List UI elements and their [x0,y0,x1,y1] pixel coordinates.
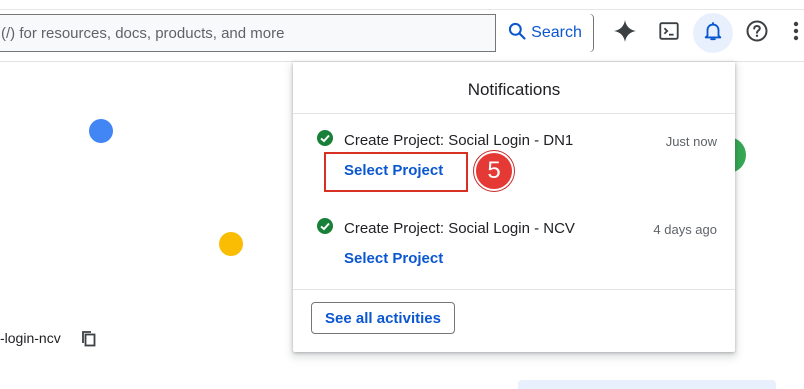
help-icon [745,19,769,48]
card-edge [518,380,776,389]
success-check-icon [317,130,333,146]
bell-icon [702,20,724,47]
notification-title: Create Project: Social Login - NCV [344,220,575,237]
project-id-text: -login-ncv [0,330,61,346]
step-badge: 5 [474,151,514,191]
notification-time: 4 days ago [653,222,717,237]
search-bar[interactable]: (/) for resources, docs, products, and m… [0,14,594,52]
panel-title: Notifications [467,80,561,99]
panel-divider [293,113,735,114]
search-icon [507,21,527,46]
search-button-label: Search [531,24,582,41]
panel-divider [293,289,735,290]
more-options-button[interactable] [781,13,804,53]
notifications-panel: Notifications Create Project: Social Log… [293,62,735,352]
select-project-link[interactable]: Select Project [344,250,443,267]
yellow-dot-decoration [219,232,243,256]
notification-time: Just now [665,134,717,149]
notification-title: Create Project: Social Login - DN1 [344,132,574,149]
more-vert-icon [793,20,799,47]
top-border [0,0,804,10]
terminal-icon [658,20,680,47]
notifications-button[interactable] [693,13,733,53]
success-check-icon [317,218,333,234]
search-button[interactable]: Search [495,14,593,52]
search-input[interactable]: (/) for resources, docs, products, and m… [1,25,284,42]
sparkle-icon [613,19,637,48]
blue-dot-decoration [89,119,113,143]
gemini-sparkle-button[interactable] [605,13,645,53]
help-button[interactable] [737,13,777,53]
see-all-activities-button[interactable]: See all activities [311,302,455,334]
copy-icon[interactable] [81,330,97,353]
highlight-box [324,152,468,192]
cloud-shell-button[interactable] [649,13,689,53]
